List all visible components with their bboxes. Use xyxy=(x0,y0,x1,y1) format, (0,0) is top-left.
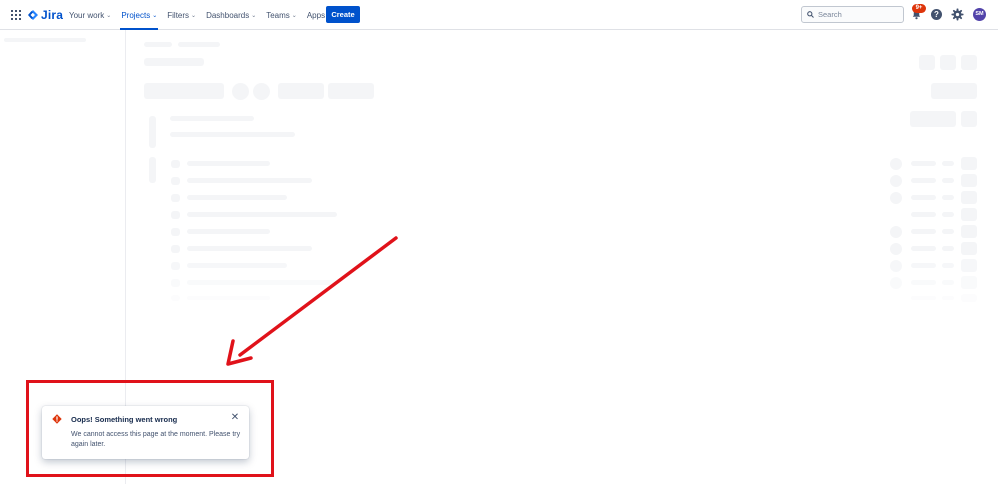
error-message: We cannot access this page at the moment… xyxy=(71,431,241,448)
error-title: Oops! Something went wrong xyxy=(71,415,178,424)
error-icon xyxy=(52,414,62,424)
close-icon[interactable]: ✕ xyxy=(230,413,240,423)
error-flag: Oops! Something went wrong ✕ We cannot a… xyxy=(42,406,249,459)
